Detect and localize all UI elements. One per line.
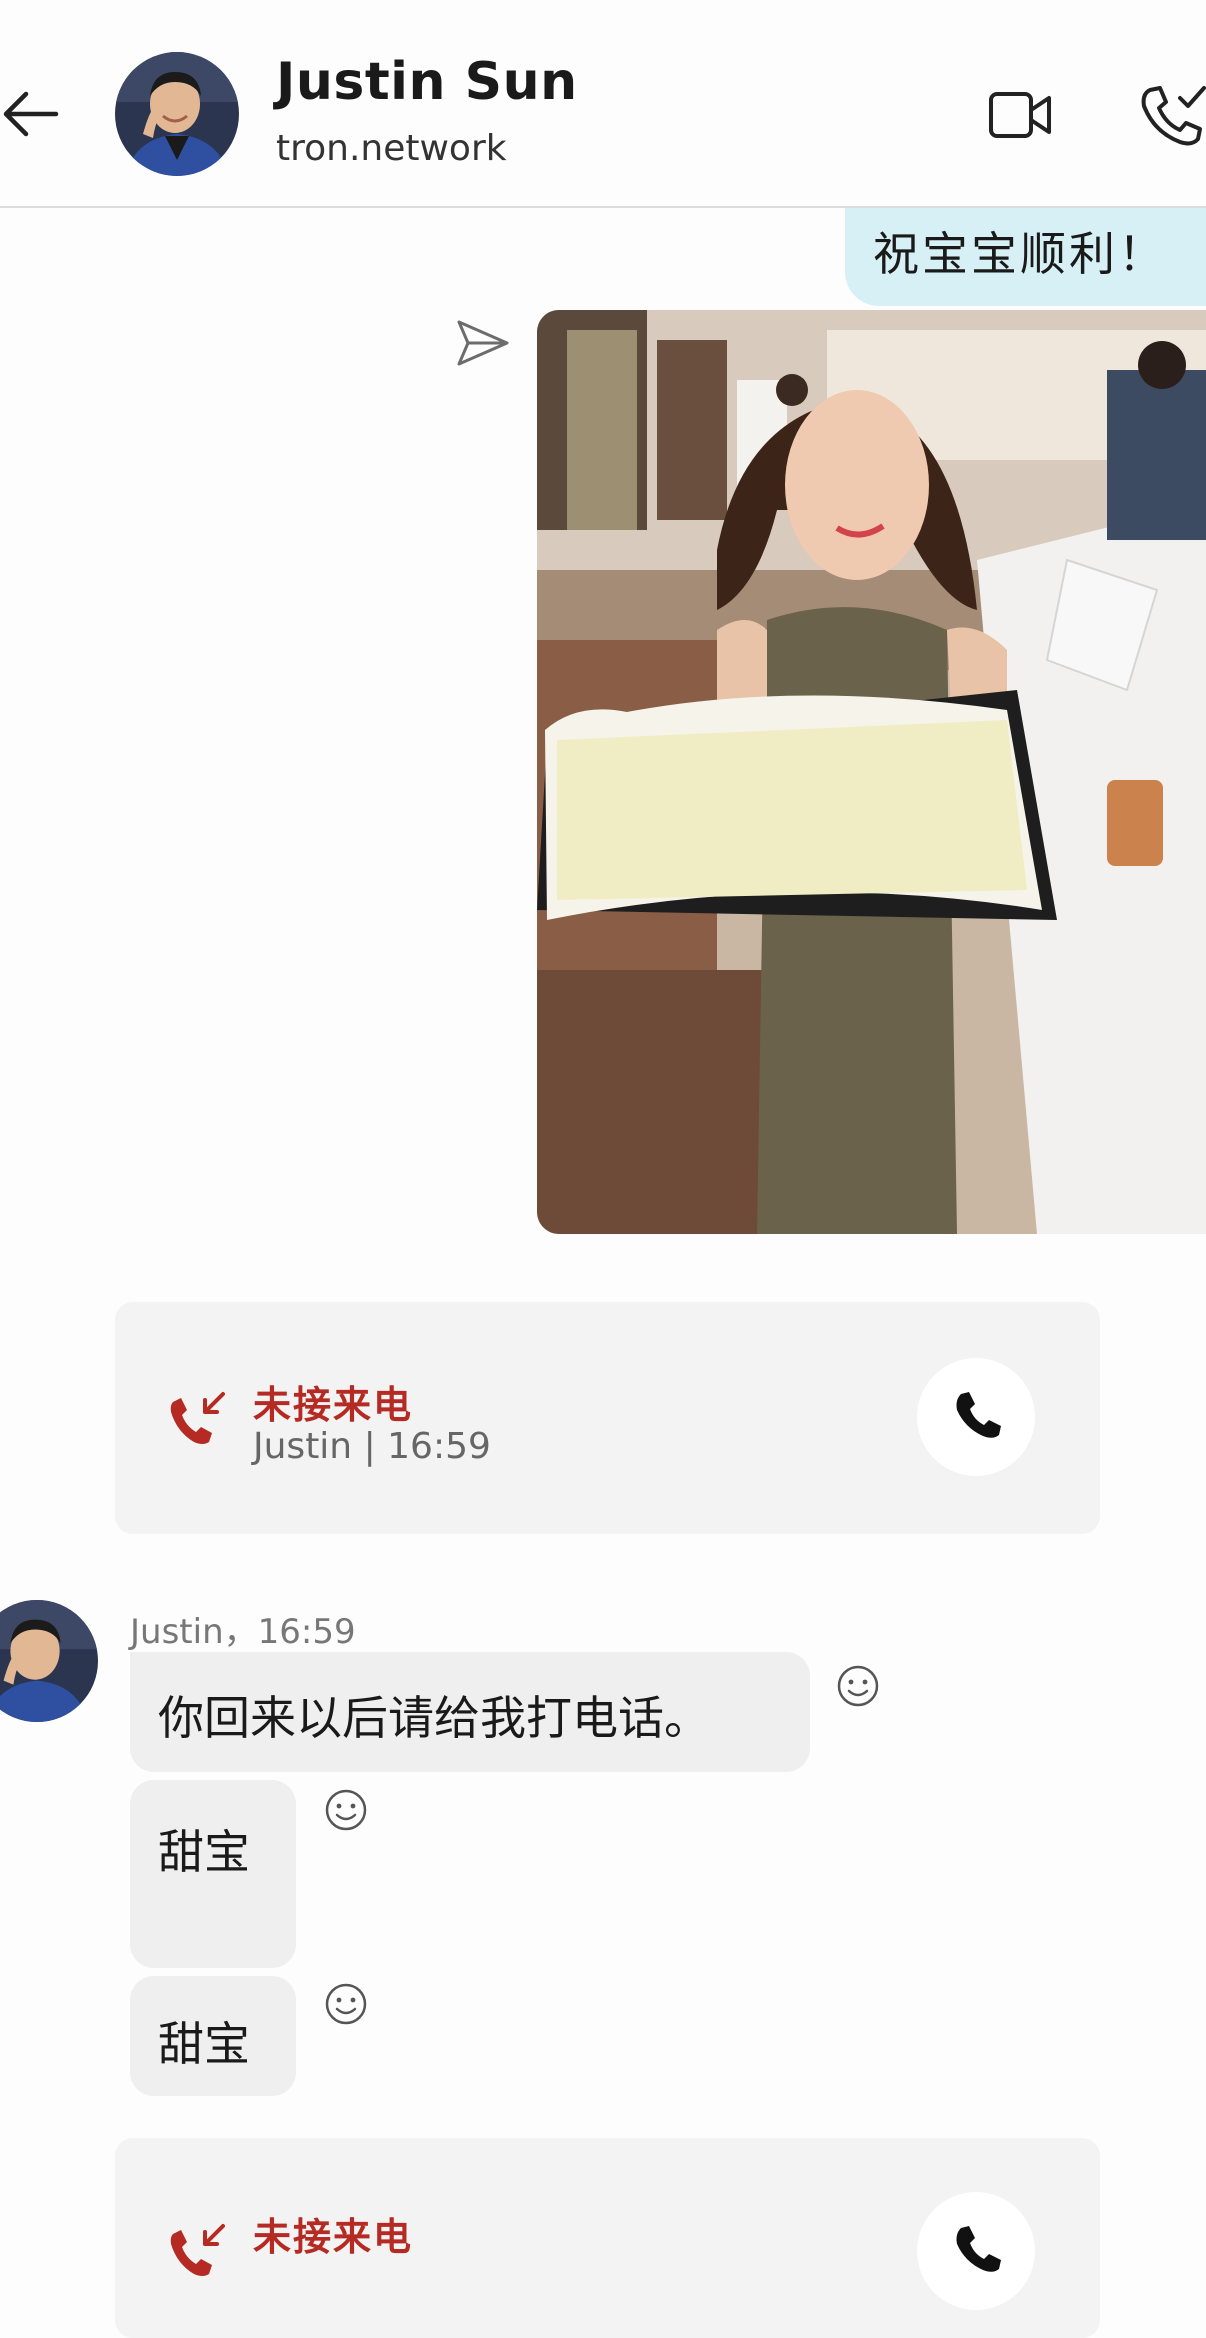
sender-timestamp: Justin，16:59 [130,1612,356,1652]
sent-message-bubble[interactable]: 祝宝宝顺利！ [845,208,1206,306]
video-call-icon[interactable] [988,88,1052,142]
contact-subtitle: tron.network [276,128,507,169]
contact-name[interactable]: Justin Sun [276,52,578,112]
received-message-text: 甜宝 [158,2017,250,2071]
contact-avatar[interactable] [115,52,239,176]
call-back-button[interactable] [917,1358,1035,1476]
sent-photo[interactable] [537,310,1206,1234]
back-arrow-icon[interactable] [0,82,64,146]
received-message-bubble[interactable]: 甜宝 [130,1780,296,1968]
phone-icon [956,2226,1001,2272]
call-back-button[interactable] [917,2192,1035,2310]
received-message-text: 甜宝 [158,1825,250,1879]
sent-message-text: 祝宝宝顺利！ [873,227,1167,281]
phone-call-icon[interactable] [1136,80,1206,150]
smiley-icon[interactable] [324,1788,368,1832]
missed-call-label: 未接来电 [253,2215,414,2259]
received-message-bubble[interactable]: 甜宝 [130,1976,296,2096]
missed-call-card[interactable]: 未接来电 [115,2138,1100,2338]
phone-icon [956,1392,1001,1438]
missed-call-icon [170,1392,225,1444]
missed-call-card[interactable]: 未接来电 Justin | 16:59 [115,1302,1100,1534]
sender-avatar[interactable] [0,1600,98,1722]
send-icon [457,320,509,366]
smiley-icon[interactable] [324,1982,368,2026]
missed-call-detail: Justin | 16:59 [253,1426,491,1467]
missed-call-icon [170,2224,225,2276]
missed-call-label: 未接来电 [253,1383,414,1427]
chat-header: Justin Sun tron.network [0,0,1206,208]
received-message-text: 你回来以后请给我打电话。 [158,1691,710,1745]
smiley-icon[interactable] [836,1664,880,1708]
received-message-bubble[interactable]: 你回来以后请给我打电话。 [130,1652,810,1772]
